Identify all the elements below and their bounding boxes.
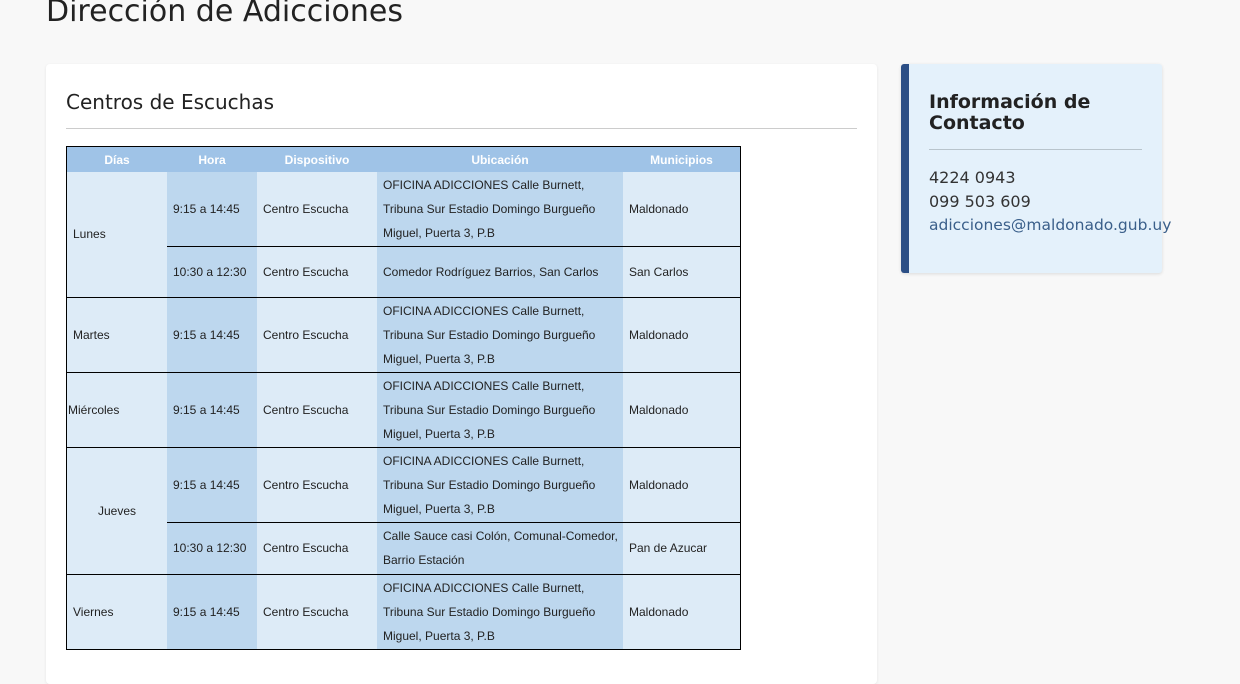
day-cell: Miércoles [66, 371, 167, 447]
contact-divider [929, 149, 1142, 150]
municipio-cell: San Carlos [623, 245, 741, 297]
day-cell: Viernes [66, 573, 167, 649]
schedule-card: Centros de Escuchas Días Hora Dispositiv… [46, 64, 877, 684]
header-dias: Días [66, 146, 167, 172]
hora-cell: 9:15 a 14:45 [167, 296, 257, 372]
header-hora: Hora [167, 146, 257, 172]
section-divider [66, 128, 857, 129]
table-row: Jueves 9:15 a 14:45 Centro Escucha OFICI… [66, 446, 741, 574]
ubicacion-cell: OFICINA ADICCIONES Calle Burnett, Tribun… [377, 573, 623, 649]
header-ubicacion: Ubicación [377, 146, 623, 172]
ubicacion-cell: OFICINA ADICCIONES Calle Burnett, Tribun… [377, 172, 623, 246]
table-row: Viernes 9:15 a 14:45 Centro Escucha OFIC… [66, 573, 741, 649]
municipio-cell: Maldonado [623, 446, 741, 522]
municipio-cell: Maldonado [623, 172, 741, 246]
hora-cell: 10:30 a 12:30 [167, 245, 257, 297]
hora-cell: 9:15 a 14:45 [167, 446, 257, 522]
contact-phone-2[interactable]: 099 503 609 [929, 192, 1031, 211]
table-row: 10:30 a 12:30 Centro Escucha Comedor Rod… [67, 245, 741, 297]
dispositivo-cell: Centro Escucha [257, 371, 377, 447]
table-row: 10:30 a 12:30 Centro Escucha Calle Sauce… [67, 521, 741, 574]
table-header-row: Días Hora Dispositivo Ubicación Municipi… [66, 146, 741, 172]
table-row: Martes 9:15 a 14:45 Centro Escucha OFICI… [66, 296, 741, 372]
dispositivo-cell: Centro Escucha [257, 521, 377, 574]
ubicacion-cell: OFICINA ADICCIONES Calle Burnett, Tribun… [377, 446, 623, 522]
schedule-table: Días Hora Dispositivo Ubicación Municipi… [66, 146, 741, 650]
contact-phone-1[interactable]: 4224 0943 [929, 168, 1016, 187]
ubicacion-cell: Comedor Rodríguez Barrios, San Carlos [377, 245, 623, 297]
day-cell: Jueves [66, 446, 167, 574]
municipio-cell: Maldonado [623, 371, 741, 447]
ubicacion-cell: OFICINA ADICCIONES Calle Burnett, Tribun… [377, 296, 623, 372]
contact-email-link[interactable]: adicciones@maldonado.gub.uy [929, 216, 1171, 234]
table-row: Miércoles 9:15 a 14:45 Centro Escucha OF… [66, 371, 741, 447]
day-cell: Martes [66, 296, 167, 372]
hora-cell: 9:15 a 14:45 [167, 172, 257, 246]
hora-cell: 9:15 a 14:45 [167, 371, 257, 447]
page-title: Dirección de Adicciones [46, 0, 403, 29]
dispositivo-cell: Centro Escucha [257, 172, 377, 246]
day-cell: Lunes [66, 172, 167, 297]
municipio-cell: Pan de Azucar [623, 521, 741, 574]
header-dispositivo: Dispositivo [257, 146, 377, 172]
header-municipios: Municipios [623, 146, 741, 172]
contact-card: Información de Contacto 4224 0943 099 50… [901, 64, 1171, 273]
municipio-cell: Maldonado [623, 296, 741, 372]
municipio-cell: Maldonado [623, 573, 741, 649]
section-title: Centros de Escuchas [66, 90, 275, 114]
contact-title: Información de Contacto [929, 91, 1091, 134]
dispositivo-cell: Centro Escucha [257, 245, 377, 297]
dispositivo-cell: Centro Escucha [257, 573, 377, 649]
table-row: Lunes 9:15 a 14:45 Centro Escucha OFICIN… [66, 172, 741, 297]
dispositivo-cell: Centro Escucha [257, 296, 377, 372]
ubicacion-cell: OFICINA ADICCIONES Calle Burnett, Tribun… [377, 371, 623, 447]
hora-cell: 9:15 a 14:45 [167, 573, 257, 649]
ubicacion-cell: Calle Sauce casi Colón, Comunal-Comedor,… [377, 521, 623, 574]
dispositivo-cell: Centro Escucha [257, 446, 377, 522]
hora-cell: 10:30 a 12:30 [167, 521, 257, 574]
